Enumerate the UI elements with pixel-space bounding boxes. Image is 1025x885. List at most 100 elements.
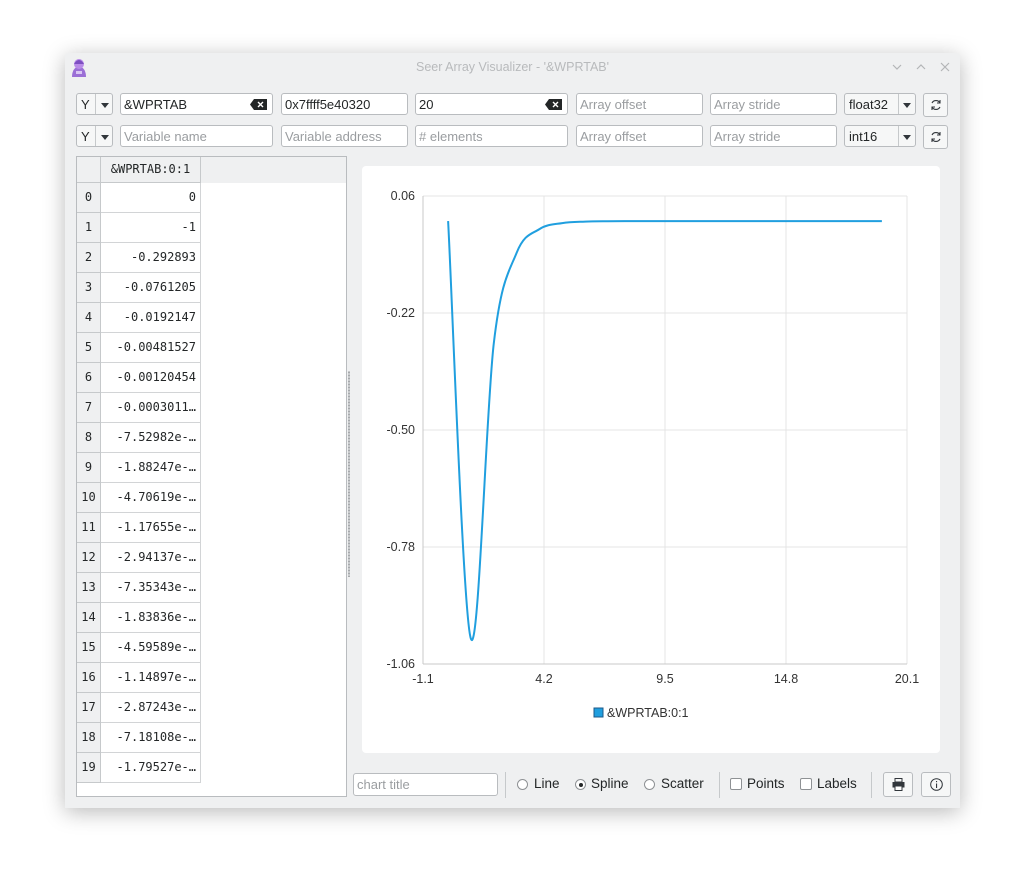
row-index[interactable]: 19: [77, 753, 101, 783]
spline-radio[interactable]: [575, 779, 586, 790]
row-index[interactable]: 10: [77, 483, 101, 513]
maximize-icon[interactable]: [912, 58, 930, 76]
table-cell[interactable]: -4.70619e-…: [101, 483, 201, 513]
legend-marker: [593, 707, 604, 718]
array-offset-input[interactable]: Array offset: [576, 125, 703, 147]
row-index[interactable]: 6: [77, 363, 101, 393]
axis-select[interactable]: Y: [76, 93, 113, 115]
data-type-select[interactable]: float32: [844, 93, 916, 115]
table-cell[interactable]: -1.17655e-…: [101, 513, 201, 543]
row-index[interactable]: 13: [77, 573, 101, 603]
row-index[interactable]: 4: [77, 303, 101, 333]
elements-value: 20: [419, 97, 434, 112]
array-stride-input[interactable]: Array stride: [710, 93, 837, 115]
table-corner-button[interactable]: [77, 157, 101, 183]
x-tick-label: 14.8: [774, 672, 798, 686]
values-table[interactable]: &WPRTAB:0:1 0 0 1 -1 2 -0.292893 3 -0.0761205 4-…: [76, 156, 347, 797]
table-cell[interactable]: -7.52982e-…: [101, 423, 201, 453]
table-cell[interactable]: -1.88247e-…: [101, 453, 201, 483]
row-index[interactable]: 5: [77, 333, 101, 363]
elements-input[interactable]: # elements: [415, 125, 568, 147]
table-cell[interactable]: -0.0192147: [101, 303, 201, 333]
table-cell[interactable]: -7.35343e-…: [101, 573, 201, 603]
refresh-button[interactable]: [923, 125, 948, 149]
row-index[interactable]: 14: [77, 603, 101, 633]
row-index[interactable]: 1: [77, 213, 101, 243]
minimize-icon[interactable]: [888, 58, 906, 76]
info-button[interactable]: [921, 772, 951, 797]
row-index[interactable]: 11: [77, 513, 101, 543]
array-offset-placeholder: Array offset: [580, 97, 647, 112]
chevron-down-icon: [101, 103, 109, 108]
splitter-handle[interactable]: [348, 371, 350, 577]
refresh-button[interactable]: [923, 93, 948, 117]
row-index[interactable]: 8: [77, 423, 101, 453]
table-cell[interactable]: -1.79527e-…: [101, 753, 201, 783]
axis-select[interactable]: Y: [76, 125, 113, 147]
divider: [505, 772, 506, 798]
column-header[interactable]: &WPRTAB:0:1: [101, 157, 201, 183]
array-stride-placeholder: Array stride: [714, 129, 781, 144]
table-cell[interactable]: -0.292893: [101, 243, 201, 273]
row-index[interactable]: 9: [77, 453, 101, 483]
chart-svg: -1.1 4.2 9.5 14.8 20.1 0.06 -0.22 -0.50 -0.78 -1.…: [387, 189, 920, 720]
row-index[interactable]: 7: [77, 393, 101, 423]
labels-checkbox[interactable]: [800, 778, 812, 790]
variable-address-input[interactable]: Variable address: [281, 125, 408, 147]
variable-name-input[interactable]: Variable name: [120, 125, 273, 147]
data-type-select[interactable]: int16: [844, 125, 916, 147]
points-checkbox[interactable]: [730, 778, 742, 790]
table-cell[interactable]: -2.87243e-…: [101, 693, 201, 723]
close-icon[interactable]: [936, 58, 954, 76]
axis-value: Y: [81, 129, 90, 144]
labels-label[interactable]: Labels: [817, 776, 857, 791]
y-tick-label: -0.50: [387, 423, 416, 437]
row-index[interactable]: 12: [77, 543, 101, 573]
row-index[interactable]: 18: [77, 723, 101, 753]
row-index[interactable]: 0: [77, 183, 101, 213]
table-cell[interactable]: -0.00481527: [101, 333, 201, 363]
print-button[interactable]: [883, 772, 913, 797]
clear-icon[interactable]: [250, 99, 267, 110]
row-index[interactable]: 16: [77, 663, 101, 693]
info-icon: [930, 778, 943, 791]
row-index[interactable]: 17: [77, 693, 101, 723]
scatter-radio[interactable]: [644, 779, 655, 790]
array-offset-input[interactable]: Array offset: [576, 93, 703, 115]
clear-icon[interactable]: [545, 99, 562, 110]
table-cell[interactable]: 0: [101, 183, 201, 213]
chart-title-placeholder: chart title: [357, 777, 410, 792]
y-tick-label: -0.22: [387, 306, 416, 320]
chevron-down-icon: [903, 135, 911, 140]
array-stride-input[interactable]: Array stride: [710, 125, 837, 147]
table-cell[interactable]: -4.59589e-…: [101, 633, 201, 663]
row-index[interactable]: 2: [77, 243, 101, 273]
y-tick-label: 0.06: [391, 189, 415, 203]
variable-address-input[interactable]: 0x7ffff5e40320: [281, 93, 408, 115]
refresh-icon: [931, 100, 941, 110]
array-offset-placeholder: Array offset: [580, 129, 647, 144]
variable-address-value: 0x7ffff5e40320: [285, 97, 371, 112]
line-label[interactable]: Line: [534, 776, 560, 791]
table-cell[interactable]: -1.83836e-…: [101, 603, 201, 633]
x-tick-label: 4.2: [535, 672, 552, 686]
table-cell[interactable]: -0.00120454: [101, 363, 201, 393]
chart-area: -1.1 4.2 9.5 14.8 20.1 0.06 -0.22 -0.50 -0.78 -1.…: [362, 166, 940, 753]
points-label[interactable]: Points: [747, 776, 785, 791]
variable-row-1: Y &WPRTAB 0x7ffff5e40320 20 Array offset…: [76, 93, 949, 117]
title-bar: Seer Array Visualizer - '&WPRTAB': [65, 53, 960, 83]
table-cell[interactable]: -0.0003011…: [101, 393, 201, 423]
table-cell[interactable]: -1: [101, 213, 201, 243]
table-cell[interactable]: -1.14897e-…: [101, 663, 201, 693]
chart-title-input[interactable]: chart title: [353, 773, 498, 796]
scatter-label[interactable]: Scatter: [661, 776, 704, 791]
table-cell[interactable]: -7.18108e-…: [101, 723, 201, 753]
spline-label[interactable]: Spline: [591, 776, 629, 791]
table-cell[interactable]: -2.94137e-…: [101, 543, 201, 573]
line-radio[interactable]: [517, 779, 528, 790]
table-cell[interactable]: -0.0761205: [101, 273, 201, 303]
variable-name-input[interactable]: &WPRTAB: [120, 93, 273, 115]
row-index[interactable]: 3: [77, 273, 101, 303]
elements-input[interactable]: 20: [415, 93, 568, 115]
row-index[interactable]: 15: [77, 633, 101, 663]
